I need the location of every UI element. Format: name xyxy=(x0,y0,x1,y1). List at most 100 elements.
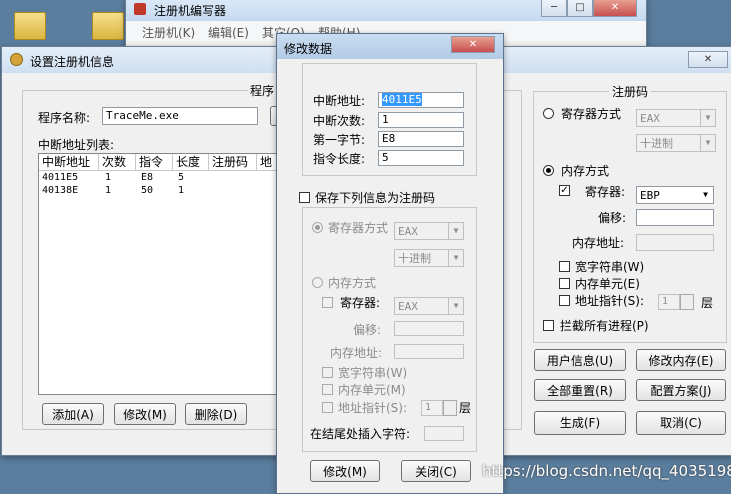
first-byte-label: 第一字节: xyxy=(313,133,366,147)
key-icon xyxy=(10,53,23,66)
register-checkbox[interactable]: ✓ xyxy=(559,185,570,196)
register-mode-radio[interactable] xyxy=(543,108,554,119)
wide-string-checkbox[interactable] xyxy=(322,367,333,378)
addr-pointer-label: 地址指针(S): xyxy=(338,401,408,415)
break-count-input[interactable]: 1 xyxy=(378,112,464,128)
offset-label: 偏移: xyxy=(598,211,627,225)
offset-input[interactable] xyxy=(394,321,464,336)
pointer-spinner[interactable]: 1 xyxy=(658,294,680,310)
mem-unit-checkbox[interactable] xyxy=(322,384,333,395)
intercept-all-checkbox[interactable] xyxy=(543,320,554,331)
chevron-down-icon: ▼ xyxy=(700,135,715,151)
table-cell: 50 xyxy=(141,185,154,196)
mem-addr-input[interactable] xyxy=(636,234,714,251)
memory-mode-radio[interactable] xyxy=(312,277,323,288)
modify-button[interactable]: 修改(M) xyxy=(114,403,176,425)
breakpoint-list-label: 中断地址列表: xyxy=(38,138,115,152)
title-bar: 修改数据 ✕ xyxy=(277,34,503,59)
format-select-value: 十进制 xyxy=(640,137,673,150)
register-select[interactable]: EAX ▼ xyxy=(394,222,464,240)
col-header-address[interactable]: 中断地址 xyxy=(39,154,99,171)
register-value-select[interactable]: EBP ▼ xyxy=(636,186,714,204)
register-select2-value: EAX xyxy=(398,300,418,313)
close-dialog-button[interactable]: 关闭(C) xyxy=(401,460,471,482)
cancel-button[interactable]: 取消(C) xyxy=(636,411,726,435)
col-header-regcode[interactable]: 注册码 xyxy=(209,154,257,171)
folder-icon[interactable] xyxy=(14,12,46,40)
menu-edit[interactable]: 编辑(E) xyxy=(208,24,249,41)
spinner-arrows-icon[interactable] xyxy=(680,294,694,310)
register-select-value: EAX xyxy=(640,112,660,125)
format-select[interactable]: 十进制 ▼ xyxy=(394,249,464,267)
chevron-down-icon: ▼ xyxy=(698,187,713,203)
chevron-down-icon: ▼ xyxy=(448,298,463,314)
addr-pointer-checkbox[interactable] xyxy=(559,295,570,306)
spinner-arrows-icon[interactable] xyxy=(443,400,457,416)
window-title: 设置注册机信息 xyxy=(30,55,115,69)
memory-mode-radio[interactable] xyxy=(543,165,554,176)
table-cell: 1 xyxy=(178,185,185,196)
config-button[interactable]: 配置方案(J) xyxy=(636,379,726,401)
break-addr-input[interactable]: 4011E5 xyxy=(378,92,464,108)
wide-string-label: 宽字符串(W) xyxy=(575,260,645,274)
col-header-count[interactable]: 次数 xyxy=(99,154,136,171)
maximize-button[interactable]: □ xyxy=(567,0,593,17)
watermark: https://blog.csdn.net/qq_40351988 xyxy=(482,462,731,480)
append-char-input[interactable] xyxy=(424,426,464,441)
folder-icon[interactable] xyxy=(92,12,124,40)
col-header-length[interactable]: 长度 xyxy=(173,154,209,171)
app-icon xyxy=(134,3,146,15)
register-checkbox[interactable] xyxy=(322,297,333,308)
reset-all-button[interactable]: 全部重置(R) xyxy=(534,379,626,401)
close-button[interactable]: ✕ xyxy=(593,0,637,17)
wide-string-checkbox[interactable] xyxy=(559,261,570,272)
table-cell: 5 xyxy=(178,172,185,183)
register-mode-radio[interactable] xyxy=(312,222,323,233)
user-info-button[interactable]: 用户信息(U) xyxy=(534,349,626,371)
mem-unit-label: 内存单元(M) xyxy=(338,383,406,397)
register-value: EBP xyxy=(640,189,660,202)
table-row[interactable]: 40138E 1 50 1 xyxy=(39,185,279,198)
memory-mode-label: 内存方式 xyxy=(561,164,610,178)
register-mode-label: 寄存器方式 xyxy=(328,221,389,235)
window-title: 注册机编写器 xyxy=(154,4,227,18)
menu-keygen[interactable]: 注册机(K) xyxy=(142,24,195,41)
modify-button[interactable]: 修改(M) xyxy=(310,460,380,482)
break-addr-label: 中断地址: xyxy=(313,94,366,108)
add-button[interactable]: 添加(A) xyxy=(42,403,104,425)
close-button[interactable]: ✕ xyxy=(688,51,728,68)
program-group-title: 程序 xyxy=(248,82,277,99)
minimize-button[interactable]: ─ xyxy=(541,0,567,17)
col-header-instruction[interactable]: 指令 xyxy=(136,154,173,171)
table-row[interactable]: 4011E5 1 E8 5 xyxy=(39,172,279,185)
table-cell: 1 xyxy=(105,185,112,196)
modify-memory-button[interactable]: 修改内存(E) xyxy=(636,349,726,371)
format-select[interactable]: 十进制 ▼ xyxy=(636,134,716,152)
mem-addr-input[interactable] xyxy=(394,344,464,359)
offset-input[interactable] xyxy=(636,209,714,226)
close-button[interactable]: ✕ xyxy=(451,36,495,53)
generate-button[interactable]: 生成(F) xyxy=(534,411,626,435)
append-char-label: 在结尾处插入字符: xyxy=(310,427,411,441)
delete-button[interactable]: 删除(D) xyxy=(185,403,247,425)
mem-addr-label: 内存地址: xyxy=(330,346,383,360)
instr-len-input[interactable]: 5 xyxy=(378,150,464,166)
register-select2[interactable]: EAX ▼ xyxy=(394,297,464,315)
addr-pointer-checkbox[interactable] xyxy=(322,402,333,413)
program-name-input[interactable]: TraceMe.exe xyxy=(102,107,258,125)
save-as-regcode-checkbox[interactable] xyxy=(299,192,310,203)
register-select-value: EAX xyxy=(398,225,418,238)
pointer-spinner[interactable]: 1 xyxy=(421,400,443,416)
mem-unit-checkbox[interactable] xyxy=(559,278,570,289)
breakpoint-table[interactable]: 中断地址 次数 指令 长度 注册码 地 4011E5 1 E8 5 40138E… xyxy=(38,153,280,395)
register-label: 寄存器: xyxy=(585,185,626,199)
offset-label: 偏移: xyxy=(353,323,382,337)
dialog-title: 修改数据 xyxy=(284,42,333,56)
program-name-label: 程序名称: xyxy=(38,111,91,125)
first-byte-input[interactable]: E8 xyxy=(378,131,464,147)
break-count-label: 中断次数: xyxy=(313,114,366,128)
layer-label: 层 xyxy=(701,296,714,310)
break-addr-value: 4011E5 xyxy=(382,93,422,106)
layer-label: 层 xyxy=(459,401,472,415)
register-select[interactable]: EAX ▼ xyxy=(636,109,716,127)
